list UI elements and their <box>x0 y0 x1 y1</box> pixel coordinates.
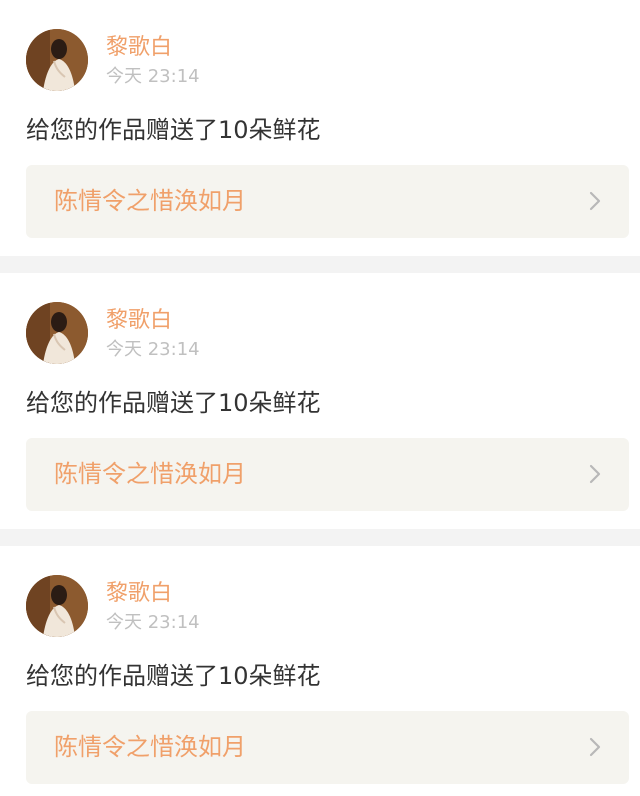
gift-message: 给您的作品赠送了10朵鲜花 <box>26 662 321 690</box>
timestamp: 今天 23:14 <box>106 66 200 87</box>
chevron-right-icon <box>587 189 603 213</box>
work-link-card[interactable]: 陈情令之惜涣如月 <box>26 711 629 784</box>
avatar-image-icon <box>26 29 88 91</box>
notification-card: 黎歌白 今天 23:14 给您的作品赠送了10朵鲜花 陈情令之惜涣如月 <box>0 0 640 256</box>
avatar[interactable] <box>26 575 88 637</box>
work-link-card[interactable]: 陈情令之惜涣如月 <box>26 165 629 238</box>
notification-card: 黎歌白 今天 23:14 给您的作品赠送了10朵鲜花 陈情令之惜涣如月 <box>0 546 640 796</box>
gift-message: 给您的作品赠送了10朵鲜花 <box>26 116 321 144</box>
timestamp: 今天 23:14 <box>106 612 200 633</box>
timestamp: 今天 23:14 <box>106 339 200 360</box>
work-title: 陈情令之惜涣如月 <box>54 187 246 215</box>
username[interactable]: 黎歌白 <box>106 34 172 62</box>
avatar[interactable] <box>26 302 88 364</box>
notification-card: 黎歌白 今天 23:14 给您的作品赠送了10朵鲜花 陈情令之惜涣如月 <box>0 273 640 529</box>
username[interactable]: 黎歌白 <box>106 307 172 335</box>
chevron-right-icon <box>587 462 603 486</box>
notification-feed: 黎歌白 今天 23:14 给您的作品赠送了10朵鲜花 陈情令之惜涣如月 黎歌白 … <box>0 0 640 796</box>
avatar-image-icon <box>26 575 88 637</box>
chevron-right-icon <box>587 735 603 759</box>
username[interactable]: 黎歌白 <box>106 580 172 608</box>
work-link-card[interactable]: 陈情令之惜涣如月 <box>26 438 629 511</box>
gift-message: 给您的作品赠送了10朵鲜花 <box>26 389 321 417</box>
avatar-image-icon <box>26 302 88 364</box>
work-title: 陈情令之惜涣如月 <box>54 460 246 488</box>
work-title: 陈情令之惜涣如月 <box>54 733 246 761</box>
avatar[interactable] <box>26 29 88 91</box>
